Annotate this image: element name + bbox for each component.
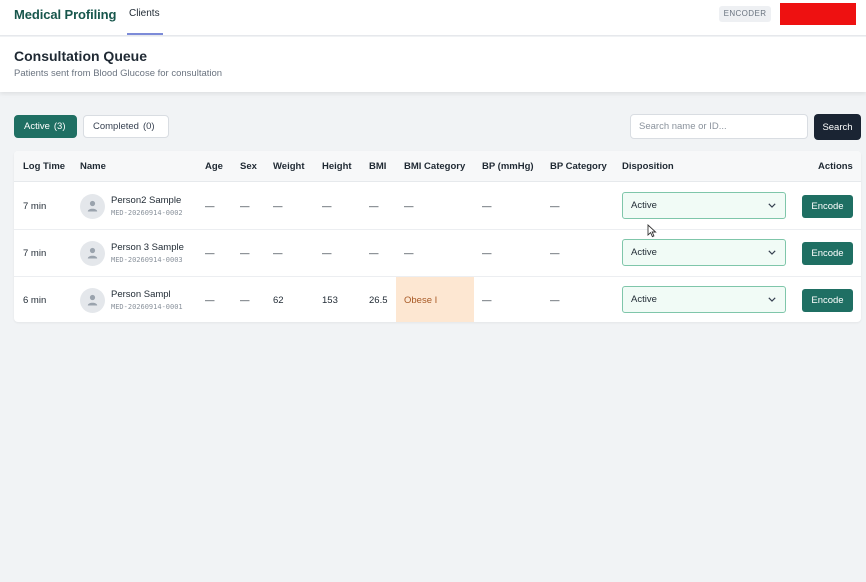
cell-weight: 62: [273, 295, 284, 306]
consultation-table: Log Time Name Age Sex Weight Height BMI …: [14, 151, 861, 322]
app-brand[interactable]: Medical Profiling: [14, 7, 116, 22]
cell-age: —: [205, 201, 215, 212]
chevron-down-icon: [768, 250, 776, 255]
col-bp-category: BP Category: [550, 161, 607, 172]
cell-log-time: 7 min: [23, 248, 47, 259]
avatar: [80, 241, 105, 266]
patient-id: MED-20260914-0003: [111, 256, 183, 264]
patient-name[interactable]: Person2 Sample: [111, 195, 181, 206]
cell-bp: —: [482, 248, 492, 259]
col-weight: Weight: [273, 161, 305, 172]
col-bmi-category: BMI Category: [404, 161, 466, 172]
cell-age: —: [205, 248, 215, 259]
col-height: Height: [322, 161, 352, 172]
chevron-down-icon: [768, 297, 776, 302]
cell-bp-category: —: [550, 201, 560, 212]
nav-active-indicator: [127, 33, 163, 35]
table-row: 6 min Person Sampl MED-20260914-0001 — —…: [14, 277, 861, 322]
avatar: [80, 288, 105, 313]
encode-button[interactable]: Encode: [802, 242, 853, 265]
tab-completed-count: (0): [142, 121, 155, 132]
patient-id: MED-20260914-0002: [111, 209, 183, 217]
col-bmi: BMI: [369, 161, 387, 172]
col-age: Age: [205, 161, 223, 172]
cell-bmi: —: [369, 248, 379, 259]
cell-sex: —: [240, 248, 250, 259]
tab-completed[interactable]: Completed (0): [83, 115, 169, 138]
cell-bp-category: —: [550, 295, 560, 306]
disposition-value: Active: [631, 200, 657, 211]
col-actions: Actions: [818, 161, 853, 172]
disposition-select[interactable]: Active: [622, 192, 786, 219]
avatar: [80, 194, 105, 219]
cell-bp: —: [482, 201, 492, 212]
cell-height: 153: [322, 295, 338, 306]
table-row: 7 min Person2 Sample MED-20260914-0002 —…: [14, 183, 861, 230]
patient-id: MED-20260914-0001: [111, 303, 183, 311]
user-menu-redacted[interactable]: [780, 3, 856, 25]
search-input[interactable]: [630, 114, 808, 139]
search-button[interactable]: Search: [814, 114, 861, 140]
chevron-down-icon: [768, 203, 776, 208]
cell-height: —: [322, 201, 332, 212]
col-bp: BP (mmHg): [482, 161, 534, 172]
cell-bmi-category: —: [404, 248, 414, 259]
disposition-select[interactable]: Active: [622, 286, 786, 313]
disposition-value: Active: [631, 247, 657, 258]
cell-log-time: 6 min: [23, 295, 47, 306]
cell-sex: —: [240, 295, 250, 306]
col-log-time: Log Time: [23, 161, 66, 172]
top-nav: Medical Profiling Clients ENCODER: [0, 0, 866, 36]
cell-sex: —: [240, 201, 250, 212]
cell-bmi-category: —: [404, 201, 414, 212]
cell-weight: —: [273, 201, 283, 212]
encode-button[interactable]: Encode: [802, 195, 853, 218]
encode-button[interactable]: Encode: [802, 289, 853, 312]
page-title: Consultation Queue: [14, 48, 147, 64]
tab-active-label: Active: [24, 121, 50, 132]
cell-weight: —: [273, 248, 283, 259]
cell-age: —: [205, 295, 215, 306]
table-row: 7 min Person 3 Sample MED-20260914-0003 …: [14, 230, 861, 277]
col-name: Name: [80, 161, 106, 172]
person-icon: [87, 247, 98, 259]
mouse-cursor-icon: [647, 224, 657, 238]
patient-name[interactable]: Person Sampl: [111, 289, 171, 300]
cell-bp: —: [482, 295, 492, 306]
patient-name[interactable]: Person 3 Sample: [111, 242, 184, 253]
cell-log-time: 7 min: [23, 201, 47, 212]
disposition-select[interactable]: Active: [622, 239, 786, 266]
disposition-value: Active: [631, 294, 657, 305]
table-header: Log Time Name Age Sex Weight Height BMI …: [14, 151, 861, 182]
col-disposition: Disposition: [622, 161, 674, 172]
tab-completed-label: Completed: [93, 121, 139, 132]
page-header: Consultation Queue Patients sent from Bl…: [0, 37, 866, 92]
page-subtitle: Patients sent from Blood Glucose for con…: [14, 68, 223, 79]
tab-active[interactable]: Active (3): [14, 115, 77, 138]
cell-height: —: [322, 248, 332, 259]
cell-bmi: 26.5: [369, 295, 388, 306]
cell-bmi: —: [369, 201, 379, 212]
person-icon: [87, 200, 98, 212]
cell-bp-category: —: [550, 248, 560, 259]
tab-active-count: (3): [53, 121, 66, 132]
nav-link-clients[interactable]: Clients: [129, 8, 160, 19]
cell-bmi-category: Obese I: [404, 295, 438, 306]
col-sex: Sex: [240, 161, 257, 172]
role-badge: ENCODER: [719, 6, 771, 22]
person-icon: [87, 294, 98, 306]
